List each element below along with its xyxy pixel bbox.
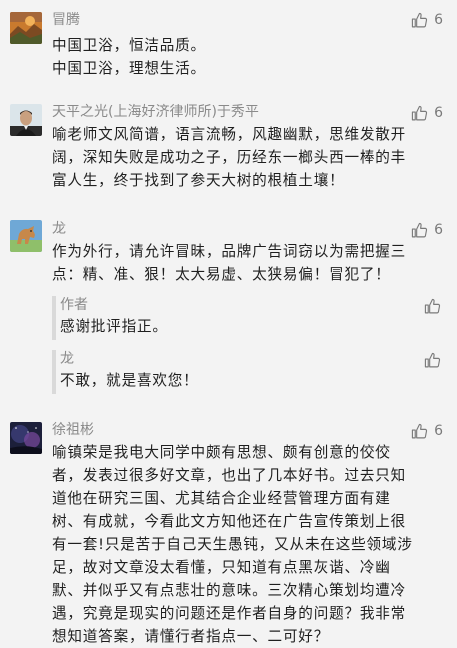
thumbs-up-icon	[424, 352, 441, 368]
commenter-avatar[interactable]	[10, 104, 42, 136]
reply-like-button[interactable]	[424, 352, 441, 369]
comment-line: 作为外行，请允许冒昧，品牌广告词窃以为需把握三	[52, 243, 407, 260]
reply-text: 不敢，就是喜欢您！	[60, 372, 199, 389]
reply-indicator-bar	[52, 350, 56, 394]
comment-text: 中国卫浴，恒洁品质。 中国卫浴，理想生活。	[52, 34, 442, 80]
comment-line: 默、并似乎又有点悲壮的意味。三次精心策划均遭冷	[52, 582, 407, 599]
reply-text: 感谢批评指正。	[60, 318, 168, 335]
thumbs-up-icon	[411, 12, 428, 27]
commenter-avatar[interactable]	[10, 12, 42, 44]
like-count: 6	[434, 423, 443, 439]
comment-line: 遇，究竟是现实的问题还是作者自身的问题？我非常	[52, 605, 407, 622]
comment-line: 喻镇荣是我电大同学中颇有思想、颇有创意的佼佼	[52, 444, 391, 461]
comment-line: 富人生，终于找到了参天大树的根植土壤！	[52, 172, 345, 189]
orange-landscape-avatar-icon	[10, 12, 42, 44]
comment-line: 喻老师文风简谱，语言流畅，风趣幽默，思维发散开	[52, 126, 407, 143]
commenter-avatar[interactable]	[10, 422, 42, 454]
commenter-name[interactable]: 徐祖彬	[52, 421, 94, 439]
reply-author-name[interactable]: 作者	[60, 296, 88, 314]
like-count: 6	[434, 12, 443, 28]
thumbs-up-icon	[411, 222, 428, 237]
night-sky-avatar-icon	[10, 422, 42, 454]
like-button[interactable]: 6	[411, 422, 443, 440]
commenter-name[interactable]: 龙	[52, 220, 66, 238]
man-portrait-avatar-icon	[10, 104, 42, 136]
thumbs-up-icon	[411, 423, 428, 438]
like-count: 6	[434, 222, 443, 238]
commenter-avatar[interactable]	[10, 220, 42, 252]
like-count: 6	[434, 105, 443, 121]
comment-line: 点：精、准、狠！太大易虚、太狭易偏！冒犯了！	[52, 266, 391, 283]
comment-line: 树、有成就，今看此文方知他还在广告宣传策划上很	[52, 513, 407, 530]
comment-line: 道他在研究三国、尤其结合企业经营管理方面有建	[52, 490, 391, 507]
like-button[interactable]: 6	[411, 104, 443, 122]
comment-line: 中国卫浴，恒洁品质。	[52, 37, 206, 54]
thumbs-up-icon	[411, 105, 428, 120]
comment-line: 阔，深知失败是成功之子，历经东一榔头西一棒的丰	[52, 149, 407, 166]
commenter-name[interactable]: 天平之光(上海好济律师所)于秀平	[52, 103, 259, 121]
like-button[interactable]: 6	[411, 11, 443, 29]
comment-line: 中国卫浴，理想生活。	[52, 60, 206, 77]
comment-text: 作为外行，请允许冒昧，品牌广告词窃以为需把握三 点：精、准、狠！太大易虚、太狭易…	[52, 240, 442, 286]
horse-avatar-icon	[10, 220, 42, 252]
reply-indicator-bar	[52, 296, 56, 340]
like-button[interactable]: 6	[411, 221, 443, 239]
comment-line: 想知道答案，请懂行者指点一、二可好？	[52, 628, 330, 645]
comment-text: 喻镇荣是我电大同学中颇有思想、颇有创意的佼佼 者，发表过很多好文章，也出了几本好…	[52, 441, 442, 648]
comment-line: 者，发表过很多好文章，也出了几本好书。过去只知	[52, 467, 407, 484]
thumbs-up-icon	[424, 298, 441, 314]
comment-text: 喻老师文风简谱，语言流畅，风趣幽默，思维发散开 阔，深知失败是成功之子，历经东一…	[52, 123, 442, 192]
reply-like-button[interactable]	[424, 298, 441, 315]
comment-line: 足，故对文章没太看懂，只知道有点黑灰谐、冷幽	[52, 559, 391, 576]
commenter-name[interactable]: 冒腾	[52, 11, 80, 29]
reply-author-name[interactable]: 龙	[60, 350, 74, 368]
comment-line: 有一套!只是苦于自己天生愚钝，又从未在这些领域涉	[52, 536, 413, 553]
